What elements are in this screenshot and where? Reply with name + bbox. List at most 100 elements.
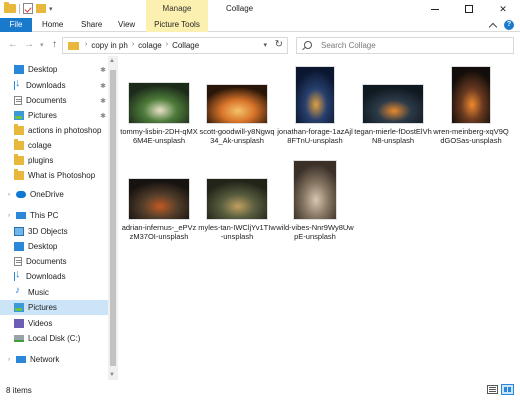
file-item[interactable]: wild-vibes-Nnr9Wy8UwpE-unsplash xyxy=(276,160,354,241)
breadcrumb-item[interactable]: copy in ph xyxy=(91,41,127,50)
title-bar: ▾ Collage ✕ xyxy=(0,0,520,18)
tab-share[interactable]: Share xyxy=(81,18,102,32)
pin-icon: ✱ xyxy=(100,82,106,90)
sidebar-item-videos[interactable]: Videos xyxy=(0,316,108,331)
sidebar-item-label: colage xyxy=(28,141,52,150)
minimize-icon xyxy=(431,8,439,10)
pictures-icon xyxy=(14,303,24,312)
sidebar-item-desktop[interactable]: Desktop ✱ xyxy=(0,62,108,77)
forward-button[interactable]: → xyxy=(24,39,34,50)
sidebar-item-label: Desktop xyxy=(28,65,58,74)
close-button[interactable]: ✕ xyxy=(486,0,520,18)
ribbon-controls: ? xyxy=(488,19,514,31)
download-icon xyxy=(14,268,22,281)
search-input[interactable]: Search Collage xyxy=(296,37,514,54)
sidebar-item-label: Downloads xyxy=(26,81,66,90)
expand-chevron-icon[interactable]: › xyxy=(8,192,14,198)
file-name: wren-meinberg-xqV9QdGOSas-unsplash xyxy=(433,127,509,145)
manage-label[interactable]: Manage xyxy=(146,4,208,13)
file-item[interactable]: scott-goodwill-y8Ngwq34_Ak-unsplash xyxy=(198,84,276,145)
breadcrumb-item[interactable]: colage xyxy=(138,41,162,50)
minimize-button[interactable] xyxy=(418,0,452,18)
address-bar[interactable]: › copy in ph › colage › Collage ▾ ↻ xyxy=(62,37,288,54)
refresh-button[interactable]: ↻ xyxy=(275,39,283,50)
file-name: wild-vibes-Nnr9Wy8UwpE-unsplash xyxy=(276,223,354,241)
documents-icon xyxy=(14,96,22,105)
sidebar-item-music[interactable]: Music xyxy=(0,285,108,300)
file-item[interactable]: jonathan-forage-1azAjl8FTnU-unsplash xyxy=(276,66,354,145)
recent-locations-button[interactable]: ▾ xyxy=(40,41,44,49)
expand-chevron-icon[interactable]: › xyxy=(8,357,14,363)
toolbar-separator xyxy=(19,3,20,14)
sidebar-item-label: Documents xyxy=(26,257,67,266)
sidebar-item-colage[interactable]: colage xyxy=(0,138,108,153)
sidebar-item-label: Network xyxy=(30,355,60,364)
file-name: myles-tan-IWCljYv1TIw-unsplash xyxy=(198,223,276,241)
sidebar-item-label: Desktop xyxy=(28,242,58,251)
sidebar-item-documents[interactable]: Documents ✱ xyxy=(0,93,108,108)
tab-picture-tools[interactable]: Picture Tools xyxy=(146,18,208,32)
image-thumbnail xyxy=(451,66,491,124)
window-title: Collage xyxy=(226,4,254,13)
sidebar-item-label: Pictures xyxy=(28,111,57,120)
back-button[interactable]: ← xyxy=(8,39,18,50)
address-dropdown-button[interactable]: ▾ xyxy=(263,41,267,49)
scroll-up-icon[interactable]: ▲ xyxy=(109,58,115,64)
new-folder-icon[interactable] xyxy=(36,4,46,13)
maximize-icon xyxy=(465,5,473,13)
desktop-icon xyxy=(14,65,24,74)
expand-chevron-icon[interactable]: › xyxy=(8,213,14,219)
navigation-scrollbar[interactable]: ▲ ▼ xyxy=(108,56,118,380)
sidebar-item-this-pc[interactable]: › This PC xyxy=(0,208,108,223)
tab-home[interactable]: Home xyxy=(42,18,63,32)
large-icons-view-icon[interactable] xyxy=(501,384,514,395)
scroll-down-icon[interactable]: ▼ xyxy=(109,372,115,378)
scrollbar-thumb[interactable] xyxy=(110,70,116,366)
file-name: scott-goodwill-y8Ngwq34_Ak-unsplash xyxy=(199,127,275,145)
sidebar-item-local-disk-c[interactable]: Local Disk (C:) xyxy=(0,331,108,346)
tab-file[interactable]: File xyxy=(0,18,32,32)
details-view-icon[interactable] xyxy=(487,385,498,394)
sidebar-item-3d-objects[interactable]: 3D Objects xyxy=(0,224,108,239)
file-item[interactable]: tegan-mierle-fDostElVhN8-unsplash xyxy=(354,84,432,145)
sidebar-item-label: Videos xyxy=(28,319,53,328)
sidebar-item-network[interactable]: › Network xyxy=(0,352,108,367)
image-thumbnail xyxy=(128,82,190,124)
file-item[interactable]: myles-tan-IWCljYv1TIw-unsplash xyxy=(198,178,276,241)
sidebar-item-onedrive[interactable]: › OneDrive xyxy=(0,187,108,202)
file-item[interactable]: wren-meinberg-xqV9QdGOSas-unsplash xyxy=(432,66,510,145)
sidebar-item-desktop[interactable]: Desktop xyxy=(0,239,108,254)
status-bar: 8 items xyxy=(0,380,520,400)
sidebar-item-actions-in-photoshop[interactable]: actions in photoshop xyxy=(0,123,108,138)
sidebar-item-label: plugins xyxy=(28,156,54,165)
close-icon: ✕ xyxy=(499,3,507,14)
maximize-button[interactable] xyxy=(452,0,486,18)
sidebar-item-what-is-photoshop[interactable]: What is Photoshop xyxy=(0,168,108,183)
tab-view[interactable]: View xyxy=(118,18,135,32)
folder-icon xyxy=(14,139,24,150)
breadcrumb-item[interactable]: Collage xyxy=(172,41,199,50)
sidebar-item-label: Documents xyxy=(26,96,67,105)
sidebar-item-documents[interactable]: Documents xyxy=(0,254,108,269)
breadcrumb-separator: › xyxy=(131,41,135,48)
3d-objects-icon xyxy=(14,227,24,236)
properties-check-icon[interactable] xyxy=(23,3,33,14)
up-button[interactable]: ↑ xyxy=(52,39,57,50)
file-item[interactable]: adrian-infernus-_ePVzzM37OI-unsplash xyxy=(120,178,198,241)
item-count: 8 items xyxy=(6,386,32,395)
sidebar-item-plugins[interactable]: plugins xyxy=(0,153,108,168)
sidebar-item-pictures[interactable]: Pictures ✱ xyxy=(0,108,108,123)
sidebar-item-pictures[interactable]: Pictures xyxy=(0,300,108,315)
customize-dropdown-icon[interactable]: ▾ xyxy=(49,5,53,13)
documents-icon xyxy=(14,257,22,266)
breadcrumb: › copy in ph › colage › Collage xyxy=(85,41,199,50)
sidebar-item-downloads[interactable]: Downloads ✱ xyxy=(0,77,108,93)
help-icon[interactable]: ? xyxy=(504,20,514,30)
file-item[interactable]: tommy-lisbin-2DH-qMX6M4E-unsplash xyxy=(120,82,198,145)
sidebar-item-downloads[interactable]: Downloads xyxy=(0,268,108,284)
address-row: ← → ▾ ↑ › copy in ph › colage › Collage … xyxy=(0,34,520,56)
image-thumbnail xyxy=(128,178,190,220)
folder-icon xyxy=(14,169,24,180)
collapse-ribbon-icon[interactable] xyxy=(488,22,498,31)
search-placeholder: Search Collage xyxy=(321,41,376,50)
